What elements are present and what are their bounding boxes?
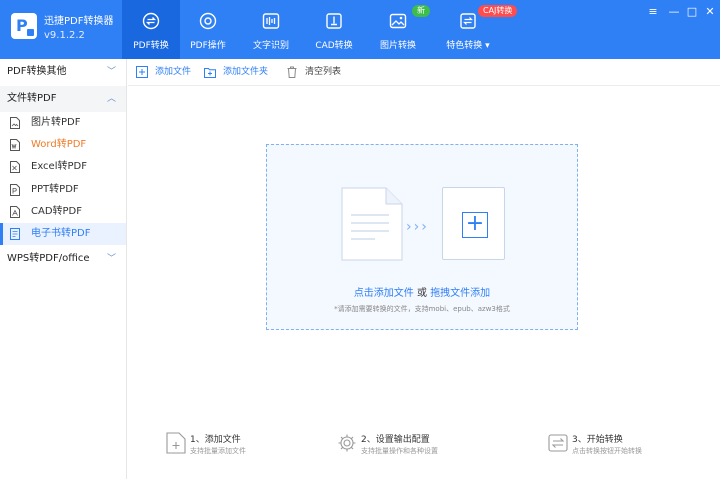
gear-icon <box>338 434 356 452</box>
close-button[interactable]: ✕ <box>703 5 717 19</box>
maximize-button[interactable]: □ <box>685 5 699 19</box>
file-drop-zone[interactable]: ››› + 点击添加文件 或 拖拽文件添加 *请添加需要转换的文件，支持mobi… <box>266 144 578 330</box>
sidebar-group-file-to-pdf[interactable]: 文件转PDF ︿ <box>0 86 126 112</box>
ppt-file-icon <box>10 184 20 196</box>
document-icon <box>341 187 403 261</box>
sidebar: PDF转换其他 ﹀ 文件转PDF ︿ 图片转PDF Word转PDF Excel… <box>0 59 127 479</box>
tab-label: CAD转换 <box>315 41 353 51</box>
step-output-config: 2、设置输出配置 支持批量操作和各种设置 <box>337 428 507 460</box>
sidebar-item-ebook-to-pdf[interactable]: 电子书转PDF <box>0 223 126 245</box>
app-version: v9.1.2.2 <box>44 30 85 41</box>
add-file-step-icon <box>166 432 186 454</box>
drag-add-link: 拖拽文件添加 <box>430 288 491 299</box>
image-file-icon <box>10 117 20 129</box>
add-file-icon <box>136 66 148 78</box>
plus-icon: + <box>462 212 488 238</box>
tab-ocr[interactable]: 文字识别 <box>242 0 300 59</box>
caj-badge: CAJ转换 <box>478 5 518 17</box>
add-folder-icon <box>204 68 216 78</box>
special-convert-icon <box>460 13 476 29</box>
ebook-file-icon <box>10 228 20 240</box>
minimize-button[interactable]: — <box>667 5 681 19</box>
convert-step-icon <box>548 434 568 452</box>
cad-file-icon <box>10 206 20 218</box>
tab-pdf-operate[interactable]: PDF操作 <box>180 0 236 59</box>
chevron-up-icon: ︿ <box>106 94 116 104</box>
sidebar-item-word-to-pdf[interactable]: Word转PDF <box>0 134 126 156</box>
sidebar-group-pdf-other[interactable]: PDF转换其他 ﹀ <box>0 59 126 85</box>
ocr-icon <box>262 13 280 29</box>
click-add-link[interactable]: 点击添加文件 <box>354 288 414 299</box>
app-title: 迅捷PDF转换器 <box>44 16 114 27</box>
excel-file-icon <box>10 161 20 173</box>
image-icon <box>389 13 407 29</box>
new-badge: 新 <box>412 5 430 17</box>
clear-list-button[interactable]: 清空列表 <box>286 59 356 86</box>
trash-icon <box>287 66 297 78</box>
target-document: + <box>442 187 505 260</box>
tab-label: PDF转换 <box>133 41 169 51</box>
tab-label: 图片转换 <box>379 41 416 51</box>
add-folder-button[interactable]: 添加文件夹 <box>204 59 284 86</box>
sidebar-item-cad-to-pdf[interactable]: CAD转PDF <box>0 201 126 223</box>
tab-pdf-convert[interactable]: PDF转换 <box>122 0 180 59</box>
pdf-operate-icon <box>199 12 217 30</box>
toolbar: 添加文件 添加文件夹 清空列表 <box>128 59 720 86</box>
word-file-icon <box>10 139 20 151</box>
step-add-file: 1、添加文件 支持批量添加文件 <box>166 428 326 460</box>
tab-label: PDF操作 <box>190 41 226 51</box>
logo-letter: P <box>16 16 28 35</box>
cad-icon <box>326 13 342 29</box>
sidebar-item-ppt-to-pdf[interactable]: PPT转PDF <box>0 179 126 201</box>
step-start-convert: 3、开始转换 点击转换按钮开始转换 <box>548 428 708 460</box>
add-file-button[interactable]: 添加文件 <box>136 59 206 86</box>
arrows-icon: ››› <box>406 219 429 235</box>
app-logo: P <box>11 13 37 39</box>
sidebar-item-image-to-pdf[interactable]: 图片转PDF <box>0 112 126 134</box>
menu-icon[interactable]: ≡ <box>646 5 660 19</box>
tab-cad[interactable]: CAD转换 <box>305 0 363 59</box>
sidebar-group-wps[interactable]: WPS转PDF/office ﹀ <box>0 246 126 272</box>
sidebar-item-excel-to-pdf[interactable]: Excel转PDF <box>0 156 126 178</box>
convert-icon <box>142 12 160 30</box>
tab-label: 文字识别 <box>252 41 289 51</box>
chevron-down-icon: ﹀ <box>106 254 116 264</box>
app-header: P 迅捷PDF转换器 v9.1.2.2 PDF转换 PDF操作 文字识别 CAD… <box>0 0 720 59</box>
tab-label: 特色转换 ▾ <box>446 41 490 51</box>
chevron-down-icon: ﹀ <box>106 67 116 77</box>
format-hint: *请添加需要转换的文件，支持mobi、epub、azw3格式 <box>334 305 510 313</box>
drop-zone-text: 点击添加文件 或 拖拽文件添加 <box>353 288 491 299</box>
